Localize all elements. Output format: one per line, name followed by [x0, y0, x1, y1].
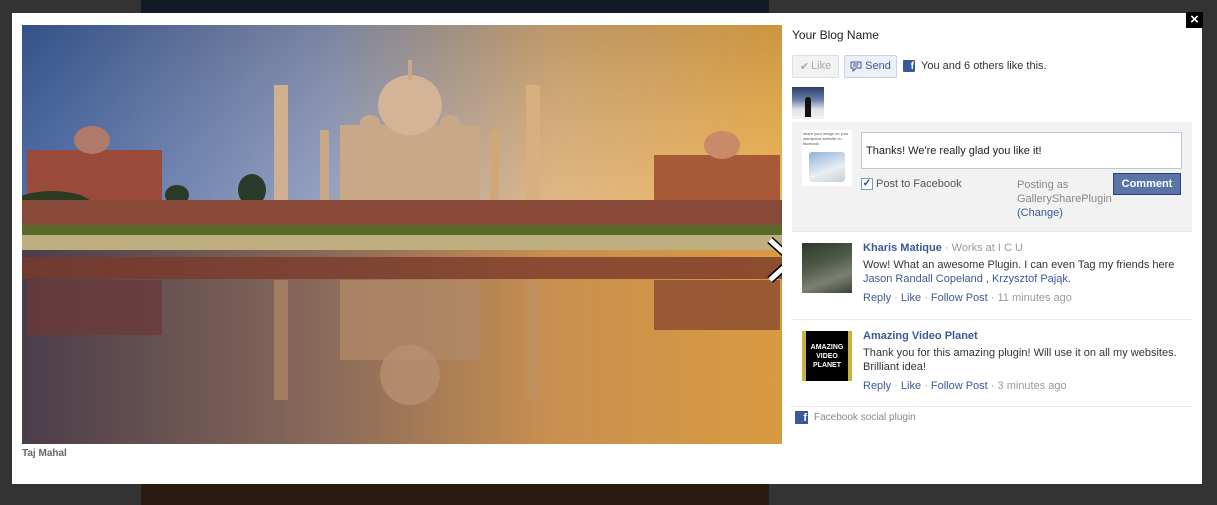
punctuation: .	[1067, 273, 1071, 285]
comment-text-body: Wow! What an awesome Plugin. I can even …	[863, 259, 1175, 271]
checkbox-checked-icon[interactable]: ✓	[861, 178, 873, 190]
comment-compose: share your image on your wordpress websi…	[792, 122, 1192, 232]
page-avatar-text: share your image on your wordpress websi…	[803, 131, 849, 146]
comment-timestamp[interactable]: 11 minutes ago	[998, 292, 1072, 304]
dot: ·	[987, 292, 998, 304]
facebook-icon[interactable]: f	[795, 411, 808, 424]
taj-mahal-image	[22, 25, 782, 444]
reply-link[interactable]: Reply	[863, 292, 891, 304]
reply-link[interactable]: Reply	[863, 380, 891, 392]
page-avatar: share your image on your wordpress websi…	[802, 130, 852, 186]
dot: ·	[987, 380, 998, 392]
comment-item: Kharis Matique · Works at I C U Wow! Wha…	[792, 232, 1192, 320]
dot: ·	[891, 380, 901, 392]
like-button[interactable]: ✔ Like	[792, 54, 839, 78]
commenter-avatar[interactable]	[802, 243, 852, 293]
posting-as: Posting as GallerySharePlugin (Change)	[1017, 178, 1112, 220]
dot: ·	[921, 380, 931, 392]
blog-name: Your Blog Name	[792, 28, 879, 42]
comment-actions: Reply · Like · Follow Post · 3 minutes a…	[863, 379, 1192, 393]
dot: ·	[891, 292, 901, 304]
follow-post-link[interactable]: Follow Post	[931, 380, 988, 392]
change-link[interactable]: (Change)	[1017, 206, 1112, 220]
facebook-icon: f	[903, 60, 915, 72]
tag-link[interactable]: Jason Randall Copeland	[863, 273, 983, 285]
social-plugin-label[interactable]: Facebook social plugin	[814, 412, 916, 423]
posting-as-label: Posting as	[1017, 179, 1069, 191]
posting-as-name: GallerySharePlugin	[1017, 193, 1112, 205]
social-plugin-footer: f Facebook social plugin	[792, 411, 1192, 424]
checkmark-icon: ✔	[799, 60, 810, 73]
facebook-comments-panel: Your Blog Name ✔ Like Send f You and 6 o…	[792, 25, 1192, 424]
tag-link[interactable]: Krzysztof Pająk	[992, 273, 1068, 285]
send-button-label: Send	[865, 60, 891, 72]
chevron-right-icon[interactable]	[766, 237, 782, 283]
gallery-photo[interactable]	[22, 25, 782, 444]
comment-timestamp[interactable]: 3 minutes ago	[998, 380, 1067, 392]
send-button[interactable]: Send	[844, 54, 897, 78]
comment-button[interactable]: Comment	[1113, 173, 1181, 195]
speech-bubble-icon	[850, 61, 862, 72]
like-button-label: Like	[811, 60, 832, 72]
comment-text: Wow! What an awesome Plugin. I can even …	[863, 258, 1192, 286]
post-to-facebook-label: Post to Facebook	[876, 178, 962, 190]
commenter-meta: · Works at I C U	[941, 242, 1023, 254]
comment-actions: Reply · Like · Follow Post · 11 minutes …	[863, 291, 1192, 305]
comment-text: Thank you for this amazing plugin! Will …	[863, 347, 1177, 373]
separator: ,	[982, 273, 993, 285]
post-to-facebook-checkbox[interactable]: ✓ Post to Facebook	[861, 178, 962, 190]
like-link[interactable]: Like	[901, 292, 921, 304]
follow-post-link[interactable]: Follow Post	[931, 292, 988, 304]
liker-avatar[interactable]	[792, 87, 824, 119]
photo-caption: Taj Mahal	[22, 448, 67, 459]
commenter-avatar[interactable]: AMAZING VIDEO PLANET	[802, 331, 852, 381]
like-link[interactable]: Like	[901, 380, 921, 392]
dot: ·	[921, 292, 931, 304]
like-summary: You and 6 others like this.	[921, 60, 1047, 72]
camera-image	[809, 152, 845, 182]
comment-input[interactable]	[861, 132, 1182, 169]
commenter-name[interactable]: Amazing Video Planet	[863, 330, 978, 342]
like-row: ✔ Like Send f You and 6 others like this…	[792, 54, 1192, 78]
commenter-name[interactable]: Kharis Matique	[863, 242, 942, 254]
comment-item: AMAZING VIDEO PLANET Amazing Video Plane…	[792, 320, 1192, 407]
